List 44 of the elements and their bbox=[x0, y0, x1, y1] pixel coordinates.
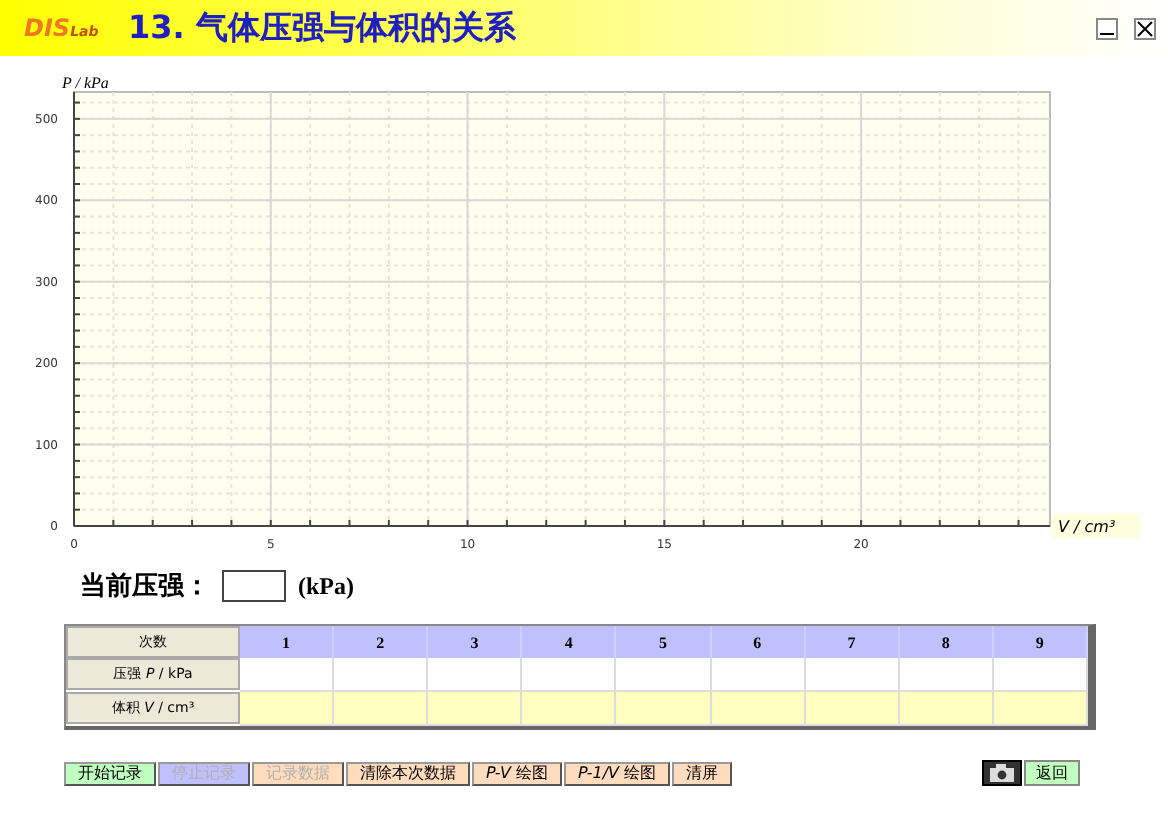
table-cell[interactable] bbox=[711, 658, 806, 692]
minimize-icon[interactable] bbox=[1096, 17, 1118, 39]
column-header: 2 bbox=[334, 626, 429, 658]
table-cell[interactable] bbox=[805, 692, 900, 726]
column-header: 7 bbox=[805, 626, 900, 658]
column-header: 9 bbox=[993, 626, 1088, 658]
table-cell[interactable] bbox=[616, 692, 712, 726]
table-cell[interactable] bbox=[616, 658, 712, 692]
table-cell[interactable] bbox=[805, 658, 900, 692]
table-cell[interactable] bbox=[993, 692, 1088, 726]
toolbar-button[interactable]: P-V 绘图 bbox=[472, 761, 562, 785]
column-header: 1 bbox=[240, 626, 335, 658]
table-cell[interactable] bbox=[522, 658, 617, 692]
table-cell[interactable] bbox=[240, 692, 335, 726]
pressure-unit: (kPa) bbox=[298, 571, 354, 601]
table-cell[interactable] bbox=[711, 692, 806, 726]
column-header: 3 bbox=[428, 626, 523, 658]
toolbar-button[interactable]: 清屏 bbox=[672, 761, 733, 785]
x-label-background bbox=[1052, 514, 1140, 538]
table-cell[interactable] bbox=[428, 658, 523, 692]
camera-button[interactable] bbox=[982, 760, 1022, 786]
y-axis-label: P / kPa bbox=[62, 74, 109, 92]
window-title: 13. 气体压强与体积的关系 bbox=[128, 7, 518, 49]
table-cell[interactable] bbox=[522, 692, 617, 726]
column-header: 6 bbox=[711, 626, 806, 658]
pressure-field[interactable] bbox=[222, 570, 286, 602]
table-cell[interactable] bbox=[334, 692, 429, 726]
camera-icon bbox=[990, 764, 1014, 782]
table-cell[interactable] bbox=[899, 692, 994, 726]
table-cell[interactable] bbox=[240, 658, 335, 692]
column-header: 5 bbox=[616, 626, 712, 658]
table-cell[interactable] bbox=[334, 658, 429, 692]
toolbar-button[interactable]: 开始记录 bbox=[64, 761, 156, 785]
table-cell[interactable] bbox=[993, 658, 1088, 692]
column-header: 8 bbox=[899, 626, 994, 658]
table-cell[interactable] bbox=[428, 692, 523, 726]
current-pressure-label: 当前压强： bbox=[80, 570, 210, 604]
table-cell[interactable] bbox=[899, 658, 994, 692]
column-header: 4 bbox=[522, 626, 617, 658]
close-icon[interactable] bbox=[1134, 17, 1156, 39]
return-button[interactable]: 返回 bbox=[1024, 760, 1080, 786]
toolbar-button[interactable]: P-1/V 绘图 bbox=[563, 761, 671, 785]
toolbar-button[interactable]: 清除本次数据 bbox=[346, 761, 470, 785]
x-axis-label: V / cm³ bbox=[1058, 518, 1116, 536]
